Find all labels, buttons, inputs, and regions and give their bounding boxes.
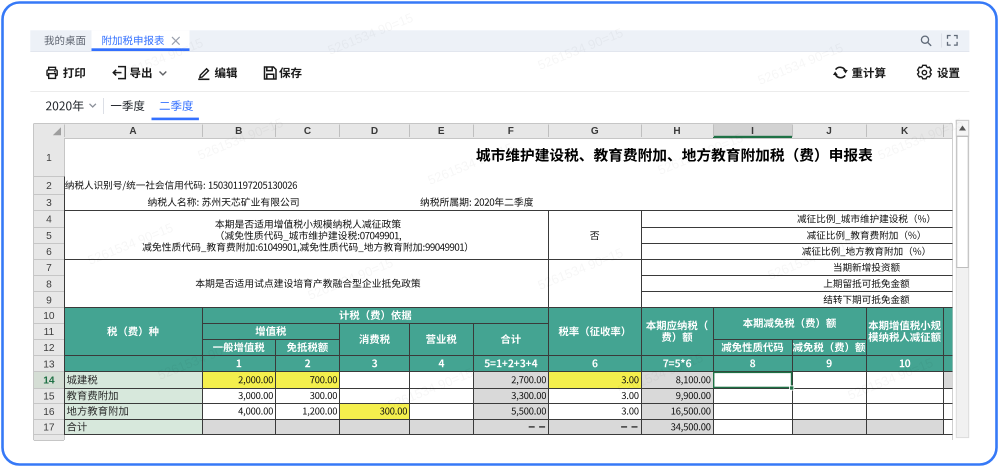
svg-text:4: 4 [46, 215, 52, 226]
svg-text:6: 6 [46, 247, 52, 258]
svg-text:H: H [673, 126, 680, 137]
svg-text:12: 12 [43, 343, 55, 354]
svg-text:G: G [591, 126, 599, 137]
svg-text:14: 14 [43, 376, 55, 387]
svg-text:E: E [438, 126, 445, 137]
svg-text:D: D [371, 126, 378, 137]
svg-text:16: 16 [43, 407, 55, 418]
svg-text:11: 11 [44, 327, 55, 338]
svg-text:17: 17 [43, 423, 55, 434]
svg-text:15: 15 [43, 391, 55, 402]
svg-text:A: A [129, 126, 136, 137]
svg-text:J: J [826, 126, 832, 137]
svg-text:1: 1 [46, 153, 52, 164]
svg-text:C: C [304, 126, 311, 137]
svg-text:10: 10 [43, 311, 55, 322]
svg-text:7: 7 [46, 263, 52, 274]
svg-text:I: I [751, 126, 754, 137]
svg-text:F: F [508, 126, 514, 137]
svg-text:8: 8 [46, 279, 52, 290]
svg-text:13: 13 [43, 359, 55, 370]
svg-text:5: 5 [46, 231, 52, 242]
svg-text:2: 2 [46, 181, 52, 192]
svg-text:9: 9 [46, 295, 52, 306]
svg-text:3: 3 [46, 198, 52, 209]
